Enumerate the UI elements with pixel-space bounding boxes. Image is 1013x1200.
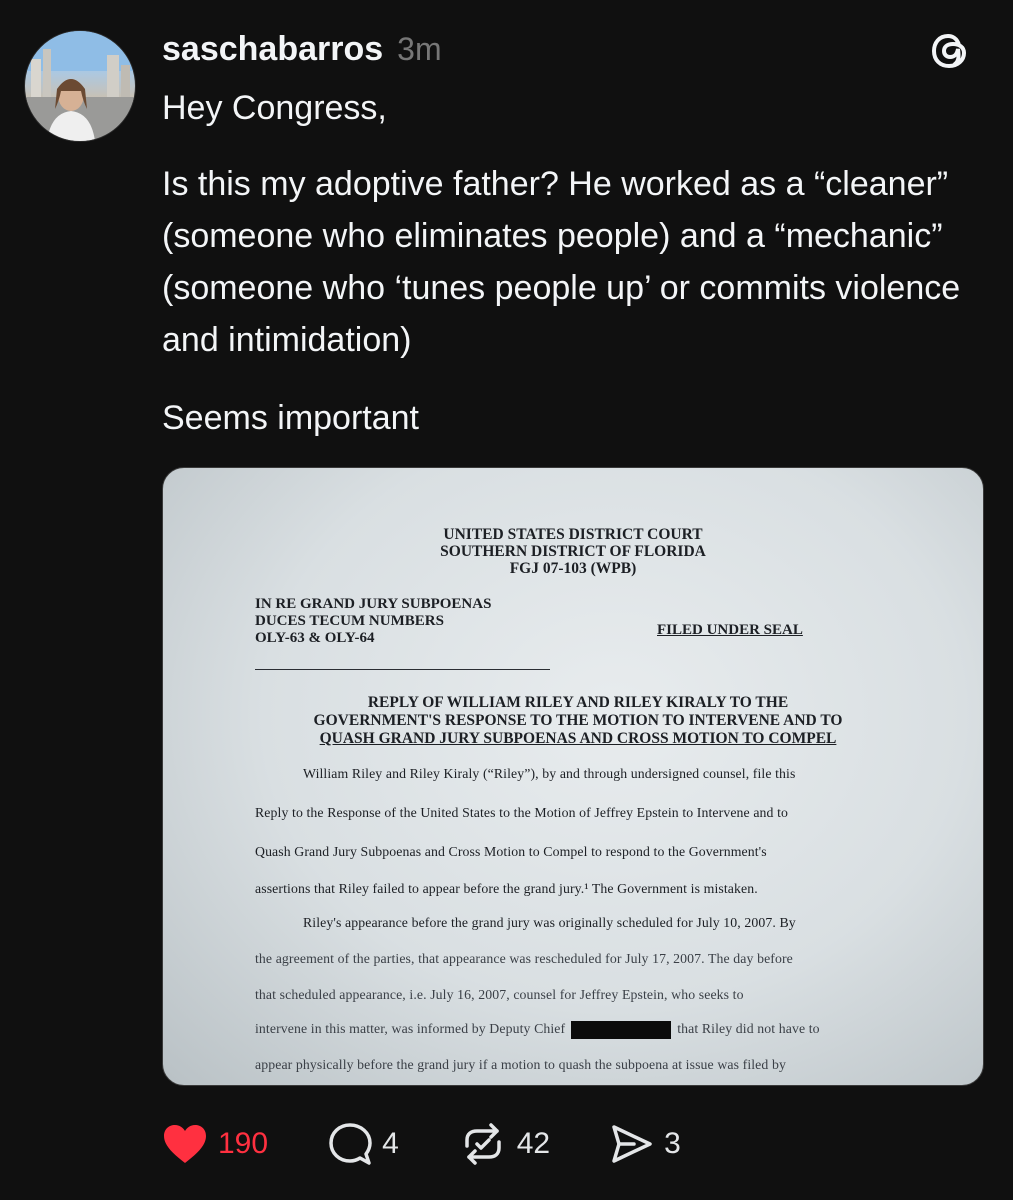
document-body-line: intervene in this matter, was informed b… <box>255 1021 820 1039</box>
court-name-line: UNITED STATES DISTRICT COURT <box>443 526 703 543</box>
heart-icon <box>164 1125 206 1163</box>
reply-count: 4 <box>382 1127 399 1160</box>
caption-line: OLY-63 & OLY-64 <box>255 630 375 646</box>
caption-line: DUCES TECUM NUMBERS <box>255 613 444 629</box>
court-district-line: SOUTHERN DISTRICT OF FLORIDA <box>440 543 706 560</box>
document-body-line: assertions that Riley failed to appear b… <box>255 881 758 896</box>
post-time: 3m <box>397 31 442 67</box>
caption-divider <box>255 669 550 670</box>
title-line: REPLY OF WILLIAM RILEY AND RILEY KIRALY … <box>367 694 789 711</box>
username[interactable]: saschabarros <box>162 30 383 69</box>
title-line: GOVERNMENT'S RESPONSE TO THE MOTION TO I… <box>313 712 843 729</box>
document-body-line: that scheduled appearance, i.e. July 16,… <box>255 987 744 1002</box>
share-count: 3 <box>664 1127 681 1160</box>
post-image-court-document[interactable]: UNITED STATES DISTRICT COURT SOUTHERN DI… <box>162 467 984 1086</box>
avatar[interactable] <box>24 30 136 142</box>
reply-button[interactable]: 4 <box>328 1122 399 1166</box>
comment-icon <box>329 1123 372 1165</box>
repost-button[interactable]: 42 <box>459 1122 550 1166</box>
filed-under-seal: FILED UNDER SEAL <box>657 622 803 638</box>
document-body-text: that Riley did not have to <box>677 1021 820 1037</box>
case-number-line: FGJ 07-103 (WPB) <box>509 560 637 577</box>
post-text-body: Is this my adoptive father? He worked as… <box>162 165 961 359</box>
like-button[interactable]: 190 <box>162 1123 268 1165</box>
document-body-text: intervene in this matter, was informed b… <box>255 1021 566 1037</box>
court-document: UNITED STATES DISTRICT COURT SOUTHERN DI… <box>163 468 983 1085</box>
share-button[interactable]: 3 <box>610 1123 681 1165</box>
send-icon <box>612 1125 652 1163</box>
repost-count: 42 <box>516 1127 551 1160</box>
post-text-closing: Seems important <box>162 399 419 437</box>
threads-icon[interactable] <box>928 28 974 74</box>
post-text-greeting: Hey Congress, <box>162 89 387 127</box>
case-caption: IN RE GRAND JURY SUBPOENAS DUCES TECUM N… <box>255 596 491 647</box>
redaction-bar <box>571 1021 672 1039</box>
document-body-line: William Riley and Riley Kiraly (“Riley”)… <box>303 766 796 781</box>
court-heading: UNITED STATES DISTRICT COURT SOUTHERN DI… <box>393 526 753 577</box>
document-body-line: Riley's appearance before the grand jury… <box>303 915 796 930</box>
document-title: REPLY OF WILLIAM RILEY AND RILEY KIRALY … <box>283 694 873 748</box>
document-body-line: appear physically before the grand jury … <box>255 1057 786 1072</box>
document-body-line: Quash Grand Jury Subpoenas and Cross Mot… <box>255 844 767 859</box>
document-body-line: the agreement of the parties, that appea… <box>255 951 793 966</box>
like-count: 190 <box>218 1127 269 1160</box>
repost-icon <box>465 1123 501 1165</box>
title-line: QUASH GRAND JURY SUBPOENAS AND CROSS MOT… <box>319 730 837 747</box>
document-body-line: Reply to the Response of the United Stat… <box>255 805 789 820</box>
post-actions: 190 4 42 3 <box>162 1120 741 1168</box>
caption-line: IN RE GRAND JURY SUBPOENAS <box>255 596 492 612</box>
